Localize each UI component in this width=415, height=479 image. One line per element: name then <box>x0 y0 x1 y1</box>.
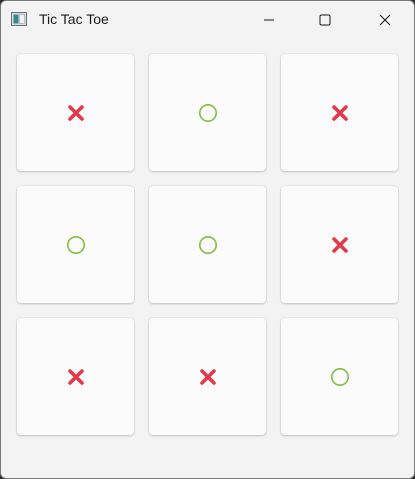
maximize-button[interactable] <box>302 1 348 39</box>
close-icon <box>379 14 391 26</box>
title-bar[interactable]: Tic Tac Toe <box>1 1 414 39</box>
x-mark-icon <box>67 104 84 121</box>
maximize-icon <box>319 14 331 26</box>
board-cell-2-1[interactable] <box>149 318 266 435</box>
o-mark-icon <box>198 103 217 122</box>
minimize-icon <box>264 19 274 21</box>
minimize-button[interactable] <box>246 1 292 39</box>
window-title: Tic Tac Toe <box>39 11 109 27</box>
x-mark-icon <box>331 104 348 121</box>
board-cell-0-2[interactable] <box>281 54 398 171</box>
x-mark-icon <box>199 368 216 385</box>
board-cell-2-2[interactable] <box>281 318 398 435</box>
close-button[interactable] <box>362 1 408 39</box>
board-cell-1-1[interactable] <box>149 186 266 303</box>
board-cell-2-0[interactable] <box>17 318 134 435</box>
app-icon <box>11 12 27 26</box>
board-cell-0-1[interactable] <box>149 54 266 171</box>
app-window: Tic Tac Toe <box>0 0 415 479</box>
o-mark-icon <box>198 235 217 254</box>
board-cell-1-2[interactable] <box>281 186 398 303</box>
o-mark-icon <box>330 367 349 386</box>
x-mark-icon <box>67 368 84 385</box>
board-cell-0-0[interactable] <box>17 54 134 171</box>
board-cell-1-0[interactable] <box>17 186 134 303</box>
x-mark-icon <box>331 236 348 253</box>
o-mark-icon <box>66 235 85 254</box>
